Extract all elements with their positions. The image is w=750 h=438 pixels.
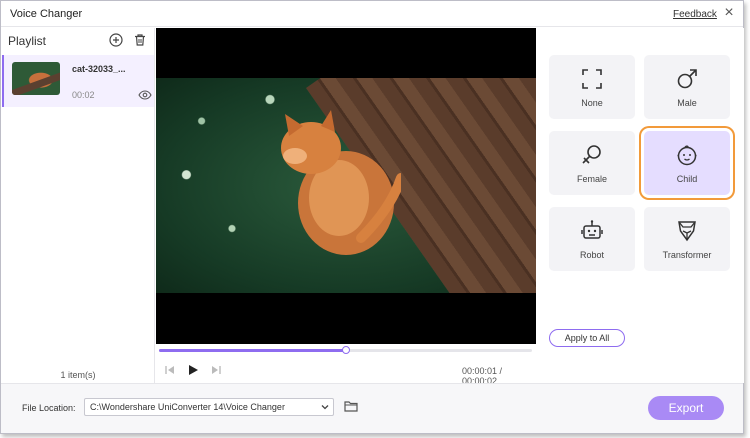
preview-eye-icon[interactable] <box>138 88 152 102</box>
voice-effects-panel: None Male Female Child Robot Transformer… <box>537 28 744 383</box>
apply-to-all-button[interactable]: Apply to All <box>549 329 625 347</box>
voice-changer-window: Voice Changer Feedback × Playlist cat-32… <box>0 0 744 434</box>
effect-transformer[interactable]: Transformer <box>644 207 730 271</box>
close-icon[interactable]: × <box>720 4 738 22</box>
video-frame <box>156 78 536 293</box>
trash-icon[interactable] <box>133 33 147 47</box>
next-frame-icon[interactable] <box>209 363 223 377</box>
title-bar: Voice Changer Feedback × <box>1 1 743 27</box>
playlist-count: 1 item(s) <box>60 370 96 380</box>
effect-robot[interactable]: Robot <box>549 207 635 271</box>
previous-frame-icon[interactable] <box>163 363 177 377</box>
progress-handle[interactable] <box>341 346 350 354</box>
playlist-panel: Playlist cat-32033_... 00:02 1 item(s) <box>1 28 155 383</box>
transformer-icon <box>678 221 696 242</box>
effect-label: None <box>581 98 603 108</box>
add-file-icon[interactable] <box>109 33 123 47</box>
playlist-title: Playlist <box>8 34 47 48</box>
effect-male[interactable]: Male <box>644 55 730 119</box>
file-location-value: C:\Wondershare UniConverter 14\Voice Cha… <box>90 402 285 412</box>
fullscreen-frame-icon <box>582 69 602 89</box>
playlist-item[interactable]: cat-32033_... 00:02 <box>2 55 154 107</box>
effect-female[interactable]: Female <box>549 131 635 195</box>
effect-label: Female <box>576 174 607 184</box>
effect-label: Male <box>677 98 697 108</box>
file-location-select[interactable]: C:\Wondershare UniConverter 14\Voice Cha… <box>84 398 334 416</box>
female-symbol-icon <box>582 145 601 164</box>
robot-icon <box>581 220 603 239</box>
window-title: Voice Changer <box>10 8 83 20</box>
video-thumbnail <box>12 62 60 95</box>
chevron-down-icon[interactable] <box>320 402 330 412</box>
effect-label: Robot <box>579 250 605 260</box>
male-symbol-icon <box>677 69 697 89</box>
progress-fill <box>159 349 346 352</box>
cat-image <box>281 110 401 255</box>
child-face-icon <box>677 145 697 166</box>
effect-none[interactable]: None <box>549 55 635 119</box>
effect-label: Child <box>676 174 698 184</box>
progress-track[interactable] <box>159 346 532 354</box>
video-preview <box>156 28 536 344</box>
export-button[interactable]: Export <box>648 396 724 420</box>
player-controls: 00:00:01 / 00:00:02 <box>156 344 536 386</box>
feedback-link[interactable]: Feedback <box>673 9 717 20</box>
folder-icon[interactable] <box>344 399 358 413</box>
play-icon[interactable] <box>186 363 200 377</box>
playlist-item-duration: 00:02 <box>72 90 95 100</box>
footer-bar: File Location: C:\Wondershare UniConvert… <box>1 383 743 433</box>
playlist-item-name: cat-32033_... <box>72 64 126 74</box>
file-location-label: File Location: <box>22 403 76 413</box>
effect-label: Transformer <box>662 250 712 260</box>
effect-child[interactable]: Child <box>644 131 730 195</box>
